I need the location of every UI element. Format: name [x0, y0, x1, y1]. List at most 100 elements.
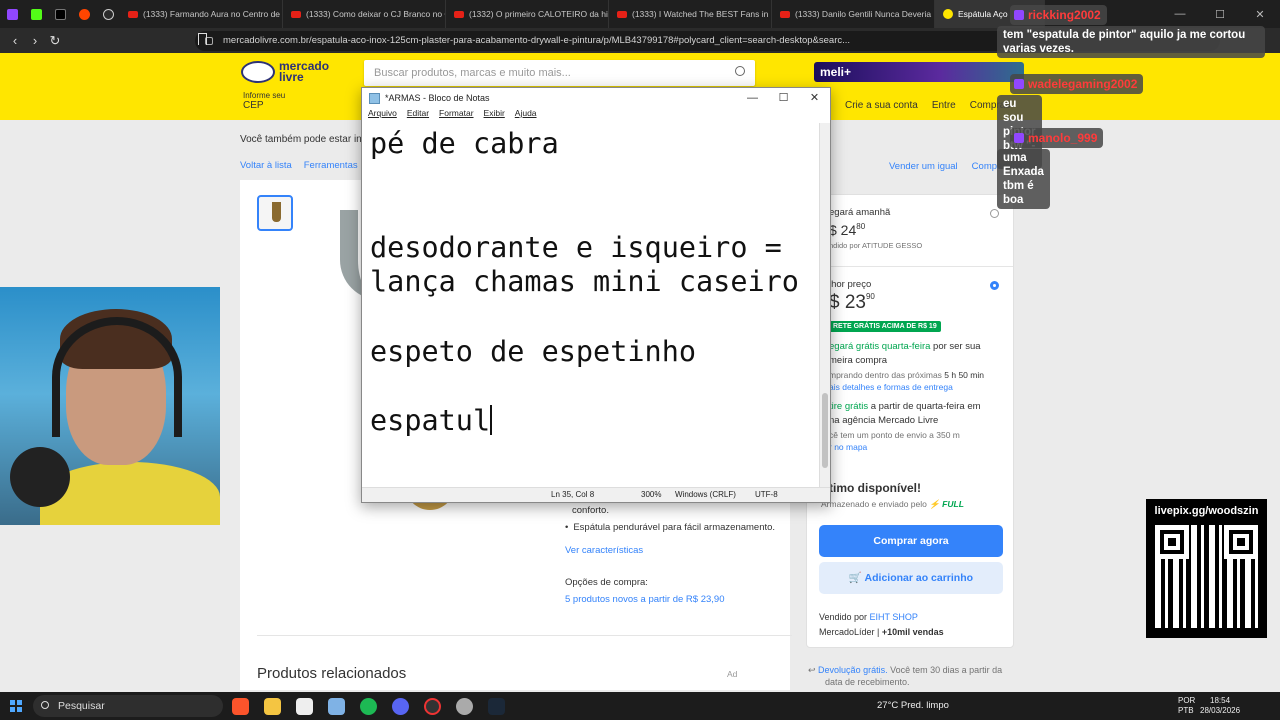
chat-user-badge: rickking2002 [1010, 5, 1107, 25]
maximize-icon[interactable]: ☐ [1200, 8, 1240, 21]
close-icon[interactable]: ✕ [799, 88, 830, 108]
tab-youtube-4[interactable]: (1333) I Watched The BEST Fans in Bl [609, 0, 772, 28]
windows-start-icon[interactable] [10, 700, 22, 712]
scrollbar-thumb[interactable] [822, 393, 828, 468]
meli-plus-banner[interactable]: meli+ [814, 62, 1024, 82]
close-icon[interactable]: ✕ [1240, 8, 1280, 21]
line-ending: Windows (CRLF) [675, 490, 736, 499]
purchase-options-label: Opções de compra: [565, 577, 648, 588]
windows-taskbar: Pesquisar 27°C Pred. limpo POR PTB 18:54 2… [0, 692, 1280, 720]
login-link[interactable]: Entre [932, 100, 956, 111]
youtube-icon [454, 10, 464, 18]
shipping-option-1[interactable]: egará amanhã $ 2480 ndido por ATITUDE GE… [807, 195, 1013, 267]
pinned-tab-chat[interactable] [96, 0, 120, 28]
search-icon[interactable] [735, 66, 745, 76]
purchase-options-link[interactable]: 5 produtos novos a partir de R$ 23,90 [565, 591, 775, 608]
notepad-text-area[interactable]: pé de cabra desodorante e isqueiro = lan… [362, 123, 821, 487]
obs-icon[interactable] [424, 698, 441, 715]
notepad-taskbar-icon[interactable] [328, 698, 345, 715]
webcam-overlay [0, 287, 220, 525]
back-icon[interactable]: ‹ [5, 33, 25, 48]
pinned-tab-twitch[interactable] [0, 0, 24, 28]
buy-now-button[interactable]: Comprar agora [819, 525, 1003, 557]
kick-icon [30, 8, 42, 20]
discord-icon[interactable] [392, 698, 409, 715]
chat-user-badge: wadelegaming2002 [1010, 74, 1144, 94]
radio-option-2[interactable] [990, 281, 999, 290]
pinned-tab-x[interactable] [48, 0, 72, 28]
notepad-title: *ARMAS - Bloco de Notas [385, 93, 490, 103]
file-explorer-icon[interactable] [264, 698, 281, 715]
clock[interactable]: 18:54 28/03/2026 [1200, 696, 1240, 716]
tab-youtube-2[interactable]: (1333) Como deixar o CJ Branco no G [283, 0, 446, 28]
divider [257, 635, 792, 636]
tab-youtube-1[interactable]: (1333) Farmando Aura no Centro de [120, 0, 283, 28]
ml-logo[interactable]: mercado livre [241, 60, 329, 83]
ml-nav: Crie a sua conta Entre Compras [845, 100, 1010, 111]
weather-widget[interactable]: 27°C Pred. limpo [877, 700, 949, 711]
taskbar-search[interactable]: Pesquisar [33, 695, 223, 717]
create-account-link[interactable]: Crie a sua conta [845, 100, 918, 111]
breadcrumb-tools[interactable]: Ferramentas [304, 160, 358, 171]
maximize-icon[interactable]: ☐ [768, 88, 799, 108]
twitch-icon [1014, 10, 1024, 20]
youtube-icon [291, 10, 301, 18]
shipping-details-link[interactable]: ais detalhes e formas de entrega [829, 382, 1001, 392]
tab-youtube-5[interactable]: (1333) Danilo Gentili Nunca Deveria [772, 0, 935, 28]
radio-option-1[interactable] [990, 209, 999, 218]
app-icon[interactable] [456, 698, 473, 715]
menu-arquivo[interactable]: Arquivo [368, 108, 397, 122]
mercadolivre-icon [943, 9, 953, 19]
cart-icon: 🛒 [848, 572, 865, 584]
bookmark-icon[interactable] [198, 33, 207, 45]
cursor-position: Ln 35, Col 8 [551, 490, 595, 499]
tab-youtube-3[interactable]: (1332) O primeiro CALOTEIRO da hist [446, 0, 609, 28]
x-icon [54, 8, 66, 20]
notepad-window-controls: — ☐ ✕ [737, 88, 830, 108]
livepix-qr-widget: livepix.gg/woodszin [1146, 499, 1267, 638]
text-caret [490, 404, 492, 435]
breadcrumb: Voltar à lista Ferramentas [240, 160, 358, 171]
youtube-icon [617, 10, 627, 18]
forward-icon[interactable]: › [25, 33, 45, 48]
see-map-link[interactable]: r no mapa [829, 442, 1001, 452]
menu-editar[interactable]: Editar [407, 108, 429, 122]
ad-label: Ad [727, 669, 738, 679]
spatula-icon [272, 202, 281, 222]
search-icon [41, 701, 49, 709]
add-to-cart-button[interactable]: 🛒 Adicionar ao carrinho [819, 562, 1003, 594]
back-to-list-link[interactable]: Voltar à lista [240, 160, 292, 171]
mercadolider-badge: MercadoLíder [819, 627, 875, 637]
brave-icon[interactable] [232, 698, 249, 715]
sell-same-link[interactable]: Vender um igual [889, 161, 958, 172]
notepad-statusbar: Ln 35, Col 8 300% Windows (CRLF) UTF-8 [362, 487, 830, 502]
returns-icon: ↩ [808, 665, 819, 675]
seller-link[interactable]: EIHT SHOP [870, 612, 918, 622]
minimize-icon[interactable]: — [737, 88, 768, 108]
menu-exibir[interactable]: Exibir [484, 108, 505, 122]
notepad-menubar: Arquivo Editar Formatar Exibir Ajuda [362, 108, 830, 122]
steam-icon[interactable] [488, 698, 505, 715]
returns-link[interactable]: Devolução grátis. [818, 665, 888, 675]
pinned-tab-reddit[interactable] [72, 0, 96, 28]
chat-message: uma Enxada tbm é boa [997, 149, 1050, 209]
pinned-tab-kick[interactable] [24, 0, 48, 28]
cep-selector[interactable]: Informe seu CEP [243, 91, 285, 111]
language-indicator[interactable]: POR PTB [1178, 696, 1195, 716]
reload-icon[interactable]: ↻ [45, 33, 65, 49]
menu-formatar[interactable]: Formatar [439, 108, 473, 122]
menu-ajuda[interactable]: Ajuda [515, 108, 537, 122]
window-controls: — ☐ ✕ [1160, 0, 1280, 28]
spotify-icon[interactable] [360, 698, 377, 715]
notepad-window: *ARMAS - Bloco de Notas — ☐ ✕ Arquivo Ed… [361, 87, 831, 503]
capcut-icon[interactable] [296, 698, 313, 715]
stock-status: timo disponível! [829, 481, 922, 495]
see-features-link[interactable]: Ver características [565, 542, 775, 559]
notepad-vertical-scrollbar[interactable] [819, 123, 830, 487]
shipping-option-2[interactable]: lhor preço $ 2390 RETE GRÁTIS ACIMA DE R… [807, 267, 1013, 452]
notepad-icon [369, 92, 380, 104]
minimize-icon[interactable]: — [1160, 8, 1200, 20]
search-input[interactable]: Buscar produtos, marcas e muito mais... [364, 60, 755, 86]
product-thumbnail[interactable] [257, 195, 293, 231]
chat-message: tem "espatula de pintor" aquilo ja me co… [997, 26, 1265, 58]
